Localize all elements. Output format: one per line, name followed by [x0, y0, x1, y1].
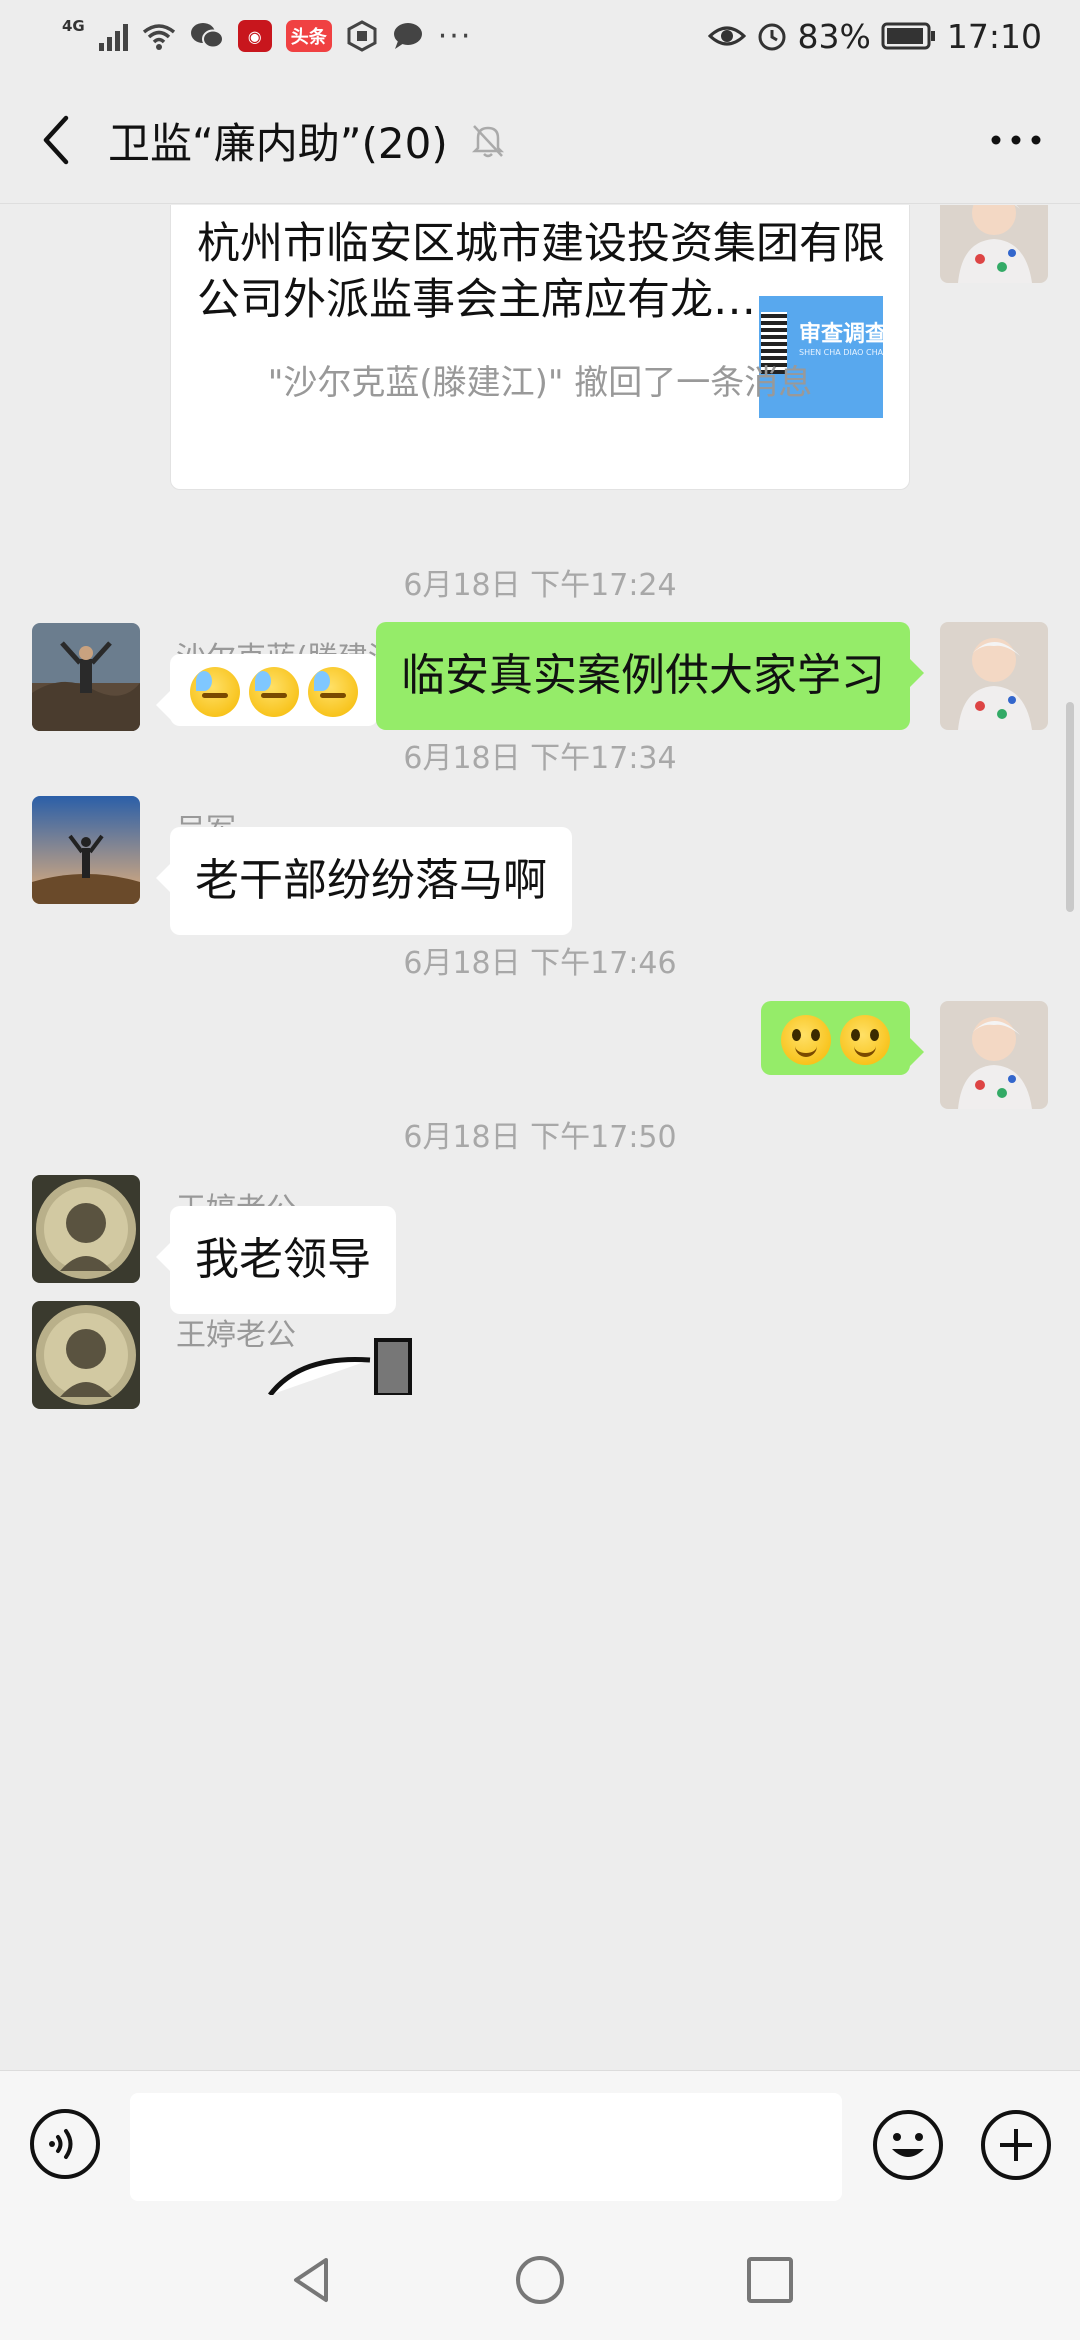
network-type: 4G [62, 16, 85, 35]
more-options-icon[interactable] [988, 120, 1044, 160]
battery-icon [881, 22, 935, 50]
input-bar [0, 2070, 1080, 2222]
sender-avatar[interactable] [32, 1175, 140, 1283]
app-hexagon-icon [347, 20, 377, 52]
battery-percent: 83% [797, 16, 871, 56]
smile-emoji-icon [840, 1015, 890, 1065]
message-input[interactable] [130, 2093, 842, 2201]
sender-avatar[interactable] [32, 623, 140, 731]
timestamp: 6月18日 下午17:34 [403, 741, 677, 776]
more-notifications-icon: ··· [437, 18, 473, 54]
wechat-notification-icon [190, 23, 224, 49]
timestamp: 6月18日 下午17:50 [403, 1120, 677, 1155]
outgoing-emoji-message[interactable] [761, 1001, 924, 1075]
my-avatar[interactable] [940, 1001, 1048, 1109]
smile-emoji-icon [781, 1015, 831, 1065]
scroll-indicator[interactable] [1066, 702, 1074, 912]
weibo-app-icon: ◉ [237, 20, 272, 52]
my-avatar[interactable] [940, 622, 1048, 730]
chat-header: 卫监“廉内助”(20) [0, 72, 1080, 204]
mute-bell-icon [471, 125, 505, 158]
message-list[interactable]: 杭州市临安区城市建设投资集团有限公司外派监事会主席应有龙… 审查调查 SHEN … [0, 205, 1080, 2070]
emoji-message[interactable] [156, 654, 378, 726]
incoming-message[interactable]: 我老领导 [156, 1206, 396, 1314]
system-navigation-bar [0, 2222, 1080, 2340]
sweat-emoji-icon [249, 667, 299, 717]
incoming-message[interactable]: 老干部纷纷落马啊 [156, 827, 572, 935]
more-functions-plus-icon[interactable] [978, 2107, 1054, 2183]
system-back-icon[interactable] [284, 2252, 340, 2308]
voice-input-icon[interactable] [28, 2107, 102, 2181]
outgoing-message[interactable]: 临安真实案例供大家学习 [376, 622, 924, 730]
sweat-emoji-icon [190, 667, 240, 717]
wifi-icon [142, 24, 175, 50]
emoji-picker-icon[interactable] [870, 2107, 946, 2183]
link-card-message[interactable]: 杭州市临安区城市建设投资集团有限公司外派监事会主席应有龙… 审查调查 SHEN … [170, 205, 910, 490]
system-recent-apps-icon[interactable] [742, 2252, 798, 2308]
chat-title: 卫监“廉内助”(20) [108, 119, 448, 168]
message-bubble-icon [393, 23, 422, 49]
clock: 17:10 [946, 16, 1042, 56]
my-avatar[interactable] [940, 205, 1048, 283]
recall-notice: "沙尔克蓝(滕建江)" 撤回了一条消息 [267, 363, 813, 403]
status-bar: 4G ◉ 头条 ··· 83% 17:10 [0, 0, 1080, 72]
status-left: 4G ◉ 头条 ··· [62, 14, 472, 58]
sticker-image[interactable] [260, 1335, 460, 1395]
toutiao-app-icon: 头条 [285, 20, 332, 52]
eye-comfort-icon [707, 26, 746, 46]
sweat-emoji-icon [308, 667, 358, 717]
timestamp: 6月18日 下午17:46 [403, 946, 677, 981]
status-right: 83% 17:10 [707, 14, 1042, 58]
system-home-icon[interactable] [512, 2252, 568, 2308]
timestamp: 6月18日 下午17:24 [403, 568, 677, 603]
sender-avatar[interactable] [32, 1301, 140, 1409]
signal-icon [98, 21, 128, 51]
thumbnail-title: 审查调查 [799, 322, 883, 347]
sender-avatar[interactable] [32, 796, 140, 904]
alarm-icon [758, 23, 786, 51]
back-arrow-icon[interactable] [34, 112, 84, 168]
